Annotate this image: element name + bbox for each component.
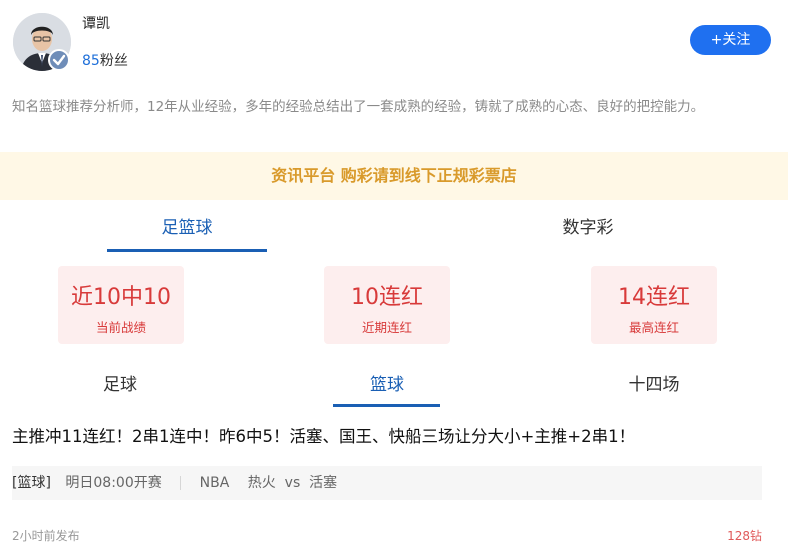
verified-badge-icon <box>48 49 70 71</box>
fans-number: 85 <box>82 53 100 69</box>
divider <box>180 476 182 490</box>
article-price: 128钻 <box>727 529 762 543</box>
sub-tab-fourteen-matches[interactable]: 十四场 <box>604 370 704 395</box>
match-info[interactable]: [篮球] 明日08:00开赛 NBA 热火 vs 活塞 <box>12 466 762 500</box>
author-header: 谭凯 85粉丝 +关注 <box>0 0 788 85</box>
match-teams: 热火 vs 活塞 <box>247 475 338 491</box>
stat-value: 近10中10 <box>71 285 171 310</box>
sub-tab-football[interactable]: 足球 <box>70 370 170 395</box>
stat-recent-streak: 10连红 近期连红 <box>324 266 450 344</box>
stat-label: 当前战绩 <box>95 320 146 335</box>
stat-label: 最高连红 <box>628 320 679 335</box>
author-name[interactable]: 谭凯 <box>82 13 110 33</box>
article-headline[interactable]: 主推冲11连红！2串1连中！昨6中5！活塞、国王、快船三场让分大小+主推+2串1… <box>12 423 782 447</box>
stat-value: 14连红 <box>618 285 690 310</box>
stat-label: 近期连红 <box>361 320 412 335</box>
match-start-time: 明日08:00开赛 <box>65 475 162 491</box>
tab-football-basketball[interactable]: 足篮球 <box>107 213 267 238</box>
match-league: NBA <box>199 475 230 491</box>
fans-label: 粉丝 <box>99 53 128 69</box>
follow-button[interactable]: +关注 <box>690 25 771 55</box>
sub-tab-indicator <box>333 404 440 407</box>
stat-best-streak: 14连红 最高连红 <box>591 266 717 344</box>
stat-value: 10连红 <box>351 285 423 310</box>
notice-banner: 资讯平台 购彩请到线下正规彩票店 <box>0 152 788 200</box>
posted-time: 2小时前发布 <box>12 529 80 543</box>
author-bio: 知名篮球推荐分析师，12年从业经验，多年的经验总结出了一套成熟的经验，铸就了成熟… <box>12 99 705 115</box>
main-tab-indicator <box>107 249 267 252</box>
fans-count: 85粉丝 <box>82 50 128 70</box>
tab-digital-lottery[interactable]: 数字彩 <box>508 213 668 238</box>
stat-current-record: 近10中10 当前战绩 <box>58 266 184 344</box>
match-sport-tag: [篮球] <box>12 475 51 491</box>
sub-tab-basketball[interactable]: 篮球 <box>337 370 437 395</box>
